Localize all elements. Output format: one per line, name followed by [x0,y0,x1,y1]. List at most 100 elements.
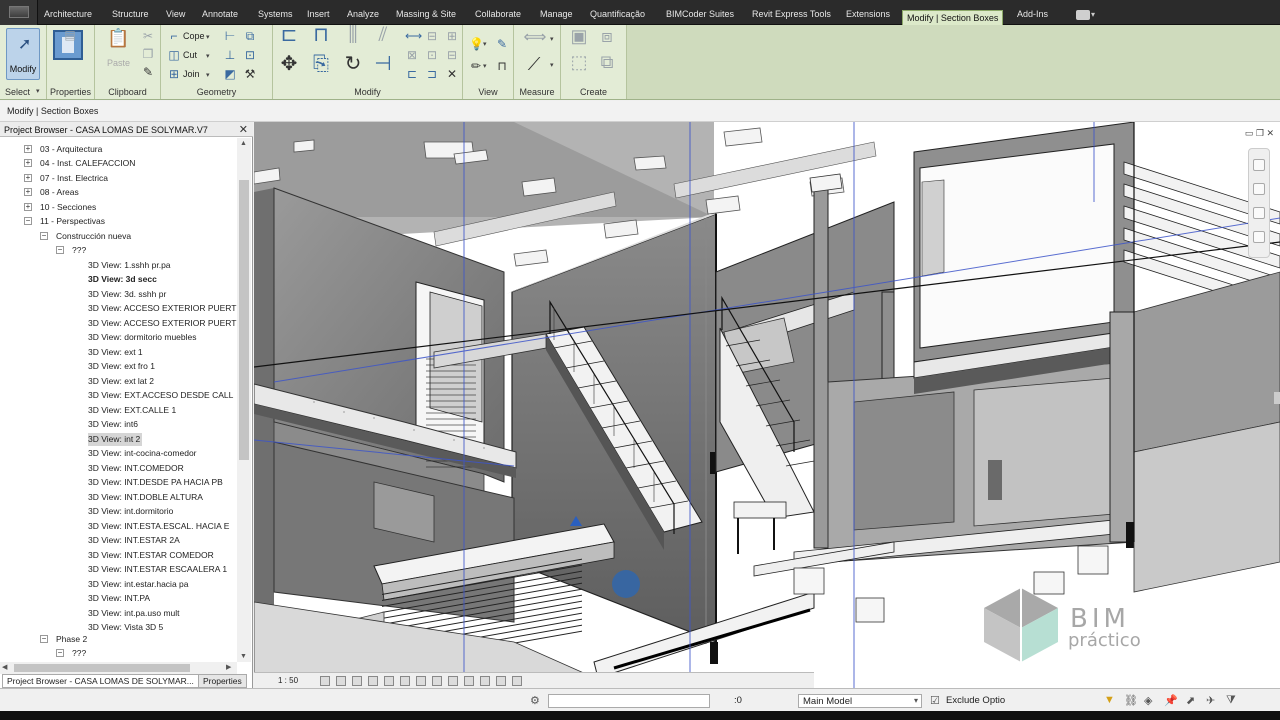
tree-item-view[interactable]: 3D View: ext lat 2 [88,375,154,388]
chevron-down-icon[interactable]: ▾ [550,35,554,43]
tab-annotate[interactable]: Annotate [202,7,238,21]
project-browser-tree[interactable]: + + + + + − − − − − 03 - Arquitectura 04… [0,138,237,662]
tree-item-secciones[interactable]: 10 - Secciones [40,201,96,214]
chevron-down-icon[interactable]: ▾ [550,61,554,69]
tree-item-view[interactable]: 3D View: int.pa.uso mult [88,607,180,620]
close-icon[interactable]: ✕ [1266,128,1274,138]
tab-view[interactable]: View [166,7,185,21]
tree-item-view[interactable]: 3D View: INT.ESTAR ESCAALERA 1 [88,563,227,576]
tab-systems[interactable]: Systems [258,7,293,21]
tree-item-view[interactable]: 3D View: EXT.CALLE 1 [88,404,176,417]
tab-modify-section-boxes[interactable]: Modify | Section Boxes [902,10,1004,25]
override-graphics-icon[interactable]: ✎ [495,37,509,51]
rotate-icon[interactable]: ↻ [341,54,365,81]
tree-item-areas[interactable]: 08 - Areas [40,186,79,199]
wall-join-icon[interactable]: ⚒ [243,67,257,81]
create-group-icon[interactable]: ⬚ [567,53,591,77]
tree-item-view[interactable]: 3D View: INT.DESDE PA HACIA PB [88,476,223,489]
reveal-constraints-icon[interactable] [512,676,522,686]
tree-item-arquitectura[interactable]: 03 - Arquitectura [40,143,102,156]
tree-item-view[interactable]: 3D View: Vista 3D 5 [88,621,163,634]
cut-geometry-icon[interactable]: ◫ [167,48,181,62]
chevron-down-icon[interactable]: ▾ [483,40,487,48]
project-browser-horizontal-scrollbar[interactable]: ◀ ▶ [0,662,237,674]
tab-analyze[interactable]: Analyze [347,7,379,21]
steering-wheel-icon[interactable] [1253,183,1265,195]
cut-label[interactable]: Cut [183,50,197,60]
trim-icon[interactable]: ⊠ [405,48,419,62]
trim-single-icon[interactable]: ⊏ [405,67,419,81]
tree-item-view[interactable]: 3D View: ACCESO EXTERIOR PUERT [88,317,236,330]
tab-revit-express-tools[interactable]: Revit Express Tools [752,7,831,21]
status-field[interactable] [548,694,710,708]
tab-properties[interactable]: Properties [198,674,247,688]
hide-in-view-icon[interactable]: 💡 [469,37,484,51]
tree-item-view[interactable]: 3D View: ACCESO EXTERIOR PUERT [88,302,236,315]
scroll-down-icon[interactable]: ▼ [240,653,247,660]
tree-item-perspectivas[interactable]: 11 - Perspectivas [40,215,105,228]
camera-icon[interactable] [1076,10,1090,20]
tab-bimcoder-suites[interactable]: BIMCoder Suites [666,7,734,21]
scrollbar-thumb[interactable] [239,180,249,460]
tab-add-ins[interactable]: Add-Ins [1017,7,1048,21]
scroll-right-icon[interactable]: ▶ [226,663,231,671]
tree-item-view[interactable]: 3D View: INT.DOBLE ALTURA [88,491,203,504]
collapse-icon[interactable]: − [40,635,48,643]
expand-icon[interactable]: + [24,159,32,167]
tree-item-view[interactable]: 3D View: INT.ESTAR 2A [88,534,180,547]
view-window-controls[interactable]: ▭ ❐ ✕ [1245,128,1274,139]
3d-view-canvas[interactable]: ▭ ❐ ✕ BIM práctico [254,122,1280,688]
worksets-icon[interactable]: ⚙ [530,694,540,707]
move-icon[interactable]: ✥ [277,54,301,81]
checkbox-icon[interactable]: ☑ [930,694,940,707]
tree-item-phase-2[interactable]: Phase 2 [56,633,87,646]
modify-button[interactable]: ➚ Modify [6,28,40,80]
cope-label[interactable]: Cope [183,31,205,41]
tree-item-view[interactable]: 3D View: int.estar.hacia pa [88,578,189,591]
mirror-axis-icon[interactable]: ⫼ [341,25,365,52]
tree-item-view[interactable]: 3D View: ext 1 [88,346,143,359]
paint-icon[interactable]: ◩ [223,67,237,81]
tree-item-view[interactable]: 3D View: 1.sshh pr.pa [88,259,171,272]
tab-structure[interactable]: Structure [112,7,149,21]
collapse-icon[interactable]: − [40,232,48,240]
analytical-model-icon[interactable] [480,676,490,686]
tree-item-view[interactable]: 3D View: INT.COMEDOR [88,462,184,475]
tree-item-view[interactable]: 3D View: ext fro 1 [88,360,155,373]
zoom-icon[interactable] [1253,207,1265,219]
select-links-icon[interactable]: ⛓ [1124,694,1138,707]
collapse-icon[interactable]: − [56,246,64,254]
tab-collaborate[interactable]: Collaborate [475,7,521,21]
align-icon[interactable]: ⊏ [277,25,301,52]
chevron-down-icon[interactable]: ▾ [36,87,40,95]
show-crop-icon[interactable] [416,676,426,686]
chevron-down-icon[interactable]: ▾ [483,62,487,70]
tab-project-browser[interactable]: Project Browser - CASA LOMAS DE SOLYMAR.… [2,674,199,688]
tree-item-group[interactable]: ??? [72,647,86,660]
mirror-draw-icon[interactable]: ⫽ [371,25,395,52]
linework-icon[interactable]: ✏ [469,59,483,73]
tab-architecture[interactable]: Architecture [44,7,92,21]
filter-funnel-icon[interactable]: ⧩ [1226,694,1236,707]
trim-extend-icon[interactable]: ⊣ [371,54,395,81]
chevron-down-icon[interactable]: ▾ [914,696,918,705]
tab-manage[interactable]: Manage [540,7,573,21]
copy-element-icon[interactable]: ⎘ [309,54,333,81]
collapse-icon[interactable]: − [24,217,32,225]
design-option-select[interactable]: Main Model ▾ [798,694,922,708]
scroll-left-icon[interactable]: ◀ [2,663,7,671]
chevron-down-icon[interactable]: ▾ [206,71,210,79]
split-icon[interactable]: ⟷ [405,29,422,43]
tree-item-view[interactable]: 3D View: int.dormitorio [88,505,173,518]
tree-item-view-active[interactable]: 3D View: 3d secc [88,273,157,286]
drag-elements-icon[interactable]: ✈ [1206,694,1215,707]
detail-level-icon[interactable] [320,676,330,686]
filter-icon[interactable]: ▼ [1104,694,1115,706]
scrollbar-thumb[interactable] [14,664,190,672]
tab-quantificacao[interactable]: Quantificação [590,7,645,21]
tab-massing-site[interactable]: Massing & Site [396,7,456,21]
scroll-up-icon[interactable]: ▲ [240,140,247,147]
tab-extensions[interactable]: Extensions [846,7,890,21]
tree-item-view[interactable]: 3D View: int6 [88,418,138,431]
view-scrollbar[interactable] [1274,392,1280,404]
